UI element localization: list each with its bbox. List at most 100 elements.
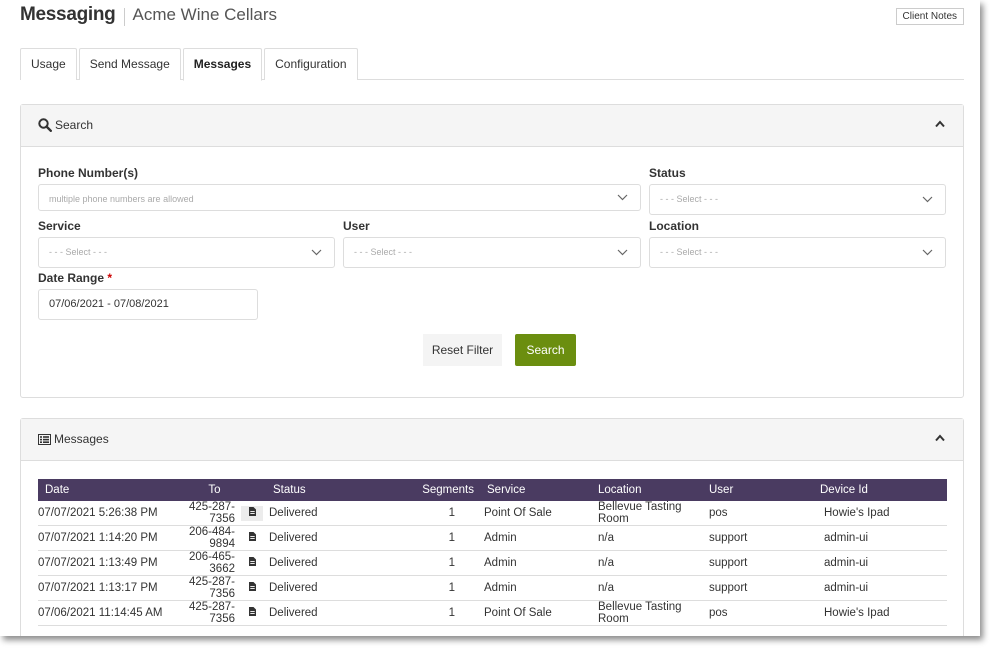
table-row[interactable]: 07/06/2021 11:14:45 AM 425-287-7356 Deli… — [38, 600, 947, 626]
tab-usage[interactable]: Usage — [20, 48, 77, 80]
cell-location: n/a — [598, 575, 709, 601]
row-action[interactable] — [237, 525, 267, 551]
user-label: User — [343, 219, 370, 233]
location-select[interactable]: - - - Select - - - — [649, 237, 946, 268]
cell-location: n/a — [598, 525, 709, 551]
phone-numbers-label: Phone Number(s) — [38, 166, 139, 180]
search-panel-header[interactable]: Search — [21, 105, 963, 147]
search-panel: Search Phone Number(s) multiple phone nu… — [20, 104, 964, 398]
table-row[interactable]: 07/07/2021 1:13:17 PM 425-287-7356 Deliv… — [38, 575, 947, 601]
chevron-up-icon[interactable] — [935, 120, 945, 128]
cell-to: 425-287-7356 — [164, 501, 237, 526]
search-button[interactable]: Search — [515, 334, 576, 366]
document-icon[interactable] — [241, 606, 263, 621]
cell-date: 07/07/2021 1:13:49 PM — [38, 550, 164, 576]
cell-to: 206-484-9894 — [164, 525, 237, 551]
user-placeholder: - - - Select - - - — [354, 247, 412, 257]
document-icon[interactable] — [241, 531, 263, 546]
tab-messages[interactable]: Messages — [182, 48, 263, 81]
column-header-to[interactable]: To — [164, 479, 267, 501]
chevron-down-icon — [311, 249, 322, 256]
app-window: Messaging Acme Wine Cellars Client Notes… — [0, 0, 980, 636]
column-header-location[interactable]: Location — [598, 479, 709, 501]
cell-device-id: Howie's Ipad — [820, 501, 947, 526]
cell-to: 206-465-3662 — [164, 550, 237, 576]
column-header-status[interactable]: Status — [267, 479, 394, 501]
cell-status: Delivered — [267, 525, 394, 551]
cell-to: 425-287-7356 — [164, 600, 237, 626]
cell-date: 07/07/2021 1:14:20 PM — [38, 525, 164, 551]
cell-service: Point Of Sale — [484, 501, 598, 526]
title-divider — [123, 8, 125, 26]
chevron-down-icon — [922, 196, 933, 203]
cell-user: pos — [709, 501, 820, 526]
row-action[interactable] — [237, 501, 267, 526]
cell-user: support — [709, 550, 820, 576]
document-icon[interactable] — [241, 581, 263, 596]
tab-bar: Usage Send Message Messages Configuratio… — [20, 48, 964, 81]
cell-status: Delivered — [267, 575, 394, 601]
service-select[interactable]: - - - Select - - - — [38, 237, 335, 268]
cell-segments: 1 — [394, 501, 484, 526]
service-label: Service — [38, 219, 81, 233]
cell-status: Delivered — [267, 501, 394, 526]
cell-segments: 1 — [394, 550, 484, 576]
column-header-date[interactable]: Date — [38, 479, 164, 501]
cell-status: Delivered — [267, 600, 394, 626]
cell-date: 07/07/2021 1:13:17 PM — [38, 575, 164, 601]
cell-device-id: admin-ui — [820, 525, 947, 551]
messages-panel-header[interactable]: Messages — [21, 419, 963, 461]
column-header-device-id[interactable]: Device Id — [820, 479, 947, 501]
cell-date: 07/06/2021 11:14:45 AM — [38, 600, 164, 626]
cell-user: pos — [709, 600, 820, 626]
reset-filter-button[interactable]: Reset Filter — [423, 334, 502, 366]
status-label: Status — [649, 166, 686, 180]
service-placeholder: - - - Select - - - — [49, 247, 107, 257]
cell-device-id: admin-ui — [820, 575, 947, 601]
cell-service: Admin — [484, 525, 598, 551]
list-icon — [38, 433, 51, 445]
date-range-label: Date Range * — [38, 271, 112, 285]
location-label: Location — [649, 219, 699, 233]
cell-service: Point Of Sale — [484, 600, 598, 626]
phone-numbers-input[interactable]: multiple phone numbers are allowed — [38, 184, 641, 211]
document-icon[interactable] — [241, 505, 263, 521]
document-icon[interactable] — [241, 556, 263, 571]
page-header: Messaging Acme Wine Cellars — [20, 4, 277, 30]
row-action[interactable] — [237, 550, 267, 576]
messages-panel: Messages Date To Status Segments Service… — [20, 418, 964, 636]
cell-date: 07/07/2021 5:26:38 PM — [38, 501, 164, 526]
table-header-row: Date To Status Segments Service Location… — [38, 479, 947, 501]
status-select[interactable]: - - - Select - - - — [649, 184, 946, 215]
messages-table: Date To Status Segments Service Location… — [38, 479, 947, 626]
status-placeholder: - - - Select - - - — [660, 194, 718, 204]
cell-segments: 1 — [394, 575, 484, 601]
user-select[interactable]: - - - Select - - - — [343, 237, 641, 268]
table-row[interactable]: 07/07/2021 1:14:20 PM 206-484-9894 Deliv… — [38, 525, 947, 551]
column-header-user[interactable]: User — [709, 479, 820, 501]
column-header-service[interactable]: Service — [484, 479, 598, 501]
column-header-segments[interactable]: Segments — [394, 479, 484, 501]
chevron-down-icon — [617, 249, 628, 256]
app-title: Messaging — [20, 4, 116, 25]
client-notes-button[interactable]: Client Notes — [895, 8, 964, 25]
cell-to: 425-287-7356 — [164, 575, 237, 601]
cell-device-id: admin-ui — [820, 550, 947, 576]
cell-service: Admin — [484, 575, 598, 601]
chevron-down-icon — [617, 194, 628, 201]
cell-user: support — [709, 525, 820, 551]
tab-configuration[interactable]: Configuration — [264, 48, 358, 80]
messages-panel-title: Messages — [38, 432, 109, 446]
phone-numbers-placeholder: multiple phone numbers are allowed — [49, 194, 194, 204]
client-name: Acme Wine Cellars — [132, 5, 278, 24]
date-range-input[interactable]: 07/06/2021 - 07/08/2021 — [38, 289, 258, 320]
table-row[interactable]: 07/07/2021 5:26:38 PM 425-287-7356 Deliv… — [38, 501, 947, 526]
table-body: 07/07/2021 5:26:38 PM 425-287-7356 Deliv… — [38, 501, 947, 626]
row-action[interactable] — [237, 600, 267, 626]
row-action[interactable] — [237, 575, 267, 601]
table-row[interactable]: 07/07/2021 1:13:49 PM 206-465-3662 Deliv… — [38, 550, 947, 576]
tab-send-message[interactable]: Send Message — [78, 48, 181, 80]
cell-service: Admin — [484, 550, 598, 576]
cell-status: Delivered — [267, 550, 394, 576]
chevron-up-icon[interactable] — [935, 434, 945, 442]
